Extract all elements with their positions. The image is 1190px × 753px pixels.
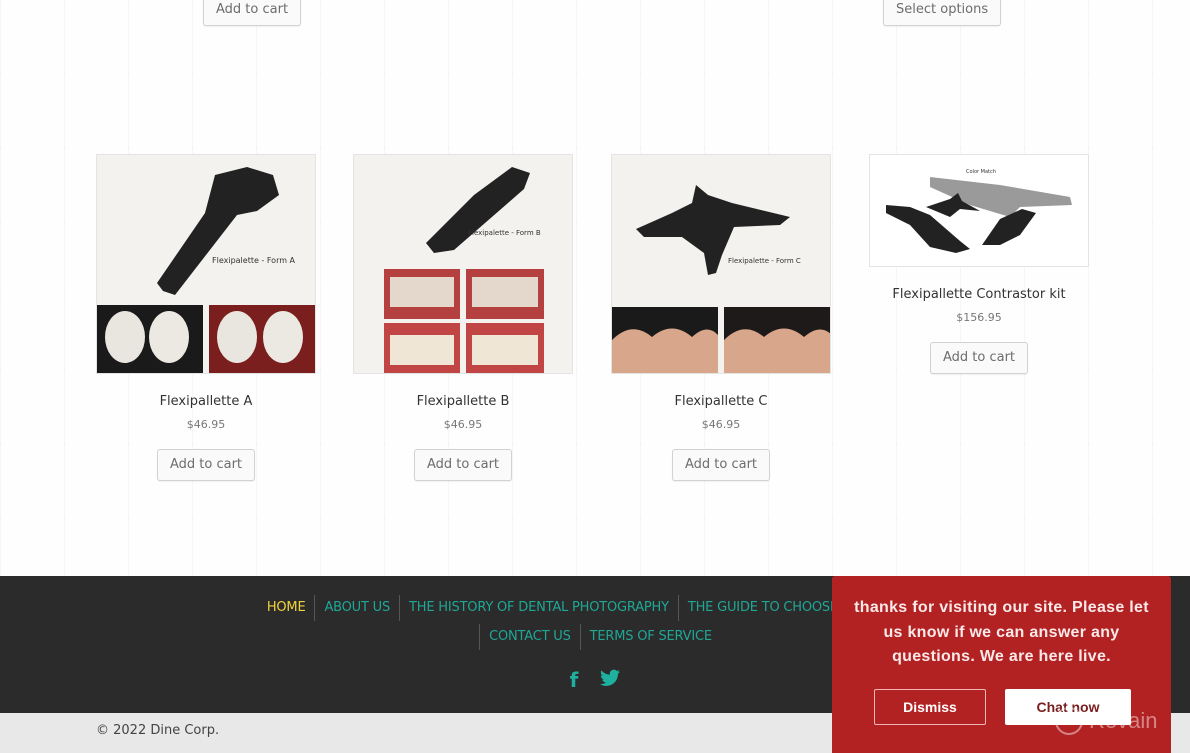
product-name[interactable]: Flexipallette Contrastor kit [869, 287, 1089, 305]
add-to-cart-button-top[interactable]: Add to cart [203, 0, 302, 26]
product-card: Flexipalette - Form B Flexipallette B $4… [353, 154, 573, 481]
image-label: Flexipalette - Form B [468, 229, 541, 237]
add-to-cart-button[interactable]: Add to cart [671, 449, 771, 481]
revain-watermark: Revain [1055, 707, 1157, 735]
revain-logo-icon [1055, 707, 1083, 735]
image-label: Flexipalette - Form C [728, 257, 801, 265]
footer-link-history-dental-photography[interactable]: THE HISTORY OF DENTAL PHOTOGRAPHY [399, 595, 678, 621]
footer-link-contact-us[interactable]: CONTACT US [479, 624, 580, 650]
product-name[interactable]: Flexipallette B [353, 394, 573, 412]
watermark-text: Revain [1089, 708, 1158, 733]
product-name[interactable]: Flexipallette C [611, 394, 831, 412]
select-options-button-top[interactable]: Select options [883, 0, 1002, 26]
add-to-cart-button[interactable]: Add to cart [413, 449, 513, 481]
dismiss-button[interactable]: Dismiss [874, 689, 986, 725]
chat-message: thanks for visiting our site. Please let… [854, 599, 1149, 665]
footer-link-home[interactable]: HOME [258, 595, 315, 621]
product-card: Flexipalette - Form C Flexipallette C $4… [611, 154, 831, 481]
product-image[interactable]: Color Match [869, 154, 1089, 267]
footer-link-about-us[interactable]: ABOUT US [314, 595, 399, 621]
product-image[interactable]: Flexipalette - Form B [353, 154, 573, 374]
product-card: Flexipalette - Form A Flexipallette A $4… [96, 154, 316, 481]
product-image[interactable]: Flexipalette - Form A [96, 154, 316, 374]
copyright-text: © 2022 Dine Corp. [96, 723, 220, 738]
facebook-icon[interactable]: f [570, 668, 579, 692]
add-to-cart-button[interactable]: Add to cart [156, 449, 256, 481]
footer-link-terms-of-service[interactable]: TERMS OF SERVICE [579, 624, 721, 650]
product-price: $46.95 [443, 418, 483, 431]
product-card: Color Match Flexipallette Contrastor kit… [869, 154, 1089, 374]
image-label: Flexipalette - Form A [212, 256, 296, 265]
twitter-icon[interactable] [600, 668, 621, 692]
product-image[interactable]: Flexipalette - Form C [611, 154, 831, 374]
product-price: $46.95 [701, 418, 741, 431]
product-price: $46.95 [186, 418, 226, 431]
image-label: Color Match [966, 169, 996, 175]
product-price: $156.95 [956, 311, 1002, 324]
add-to-cart-button[interactable]: Add to cart [929, 342, 1029, 374]
product-name[interactable]: Flexipallette A [96, 394, 316, 412]
